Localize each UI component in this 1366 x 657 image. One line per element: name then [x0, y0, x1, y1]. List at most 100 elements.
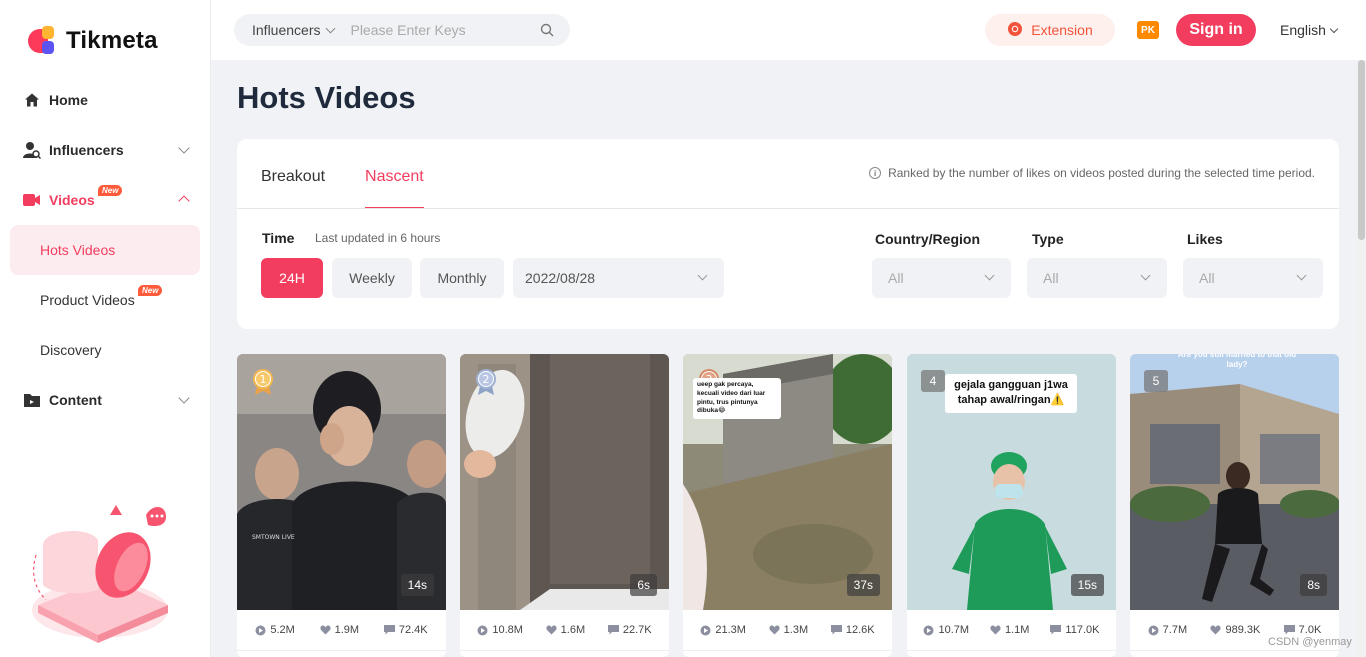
sidebar-item-content[interactable]: Content [10, 375, 200, 425]
gold-medal-icon: 1 [251, 368, 275, 396]
extension-button[interactable]: Extension [985, 14, 1115, 46]
chevron-down-icon [1329, 24, 1339, 33]
sign-in-button[interactable]: Sign in [1176, 14, 1256, 46]
video-caption-overlay: Are you still married to that old lady? [1177, 354, 1297, 370]
video-thumbnail[interactable]: SMTOWN LIVE 1 14s [237, 354, 446, 610]
comment-icon [383, 625, 395, 635]
ranking-hint: i Ranked by the number of likes on video… [869, 166, 1315, 180]
search-icon[interactable] [540, 23, 554, 42]
brand-name: Tikmeta [66, 27, 158, 54]
video-caption-overlay: ueep gak percaya, kecuali video dari lua… [693, 378, 781, 420]
heart-icon [990, 625, 1001, 635]
sidebar-item-discovery[interactable]: Discovery [10, 325, 200, 375]
comments-stat: 117.0K [1050, 624, 1099, 636]
likes-stat: 1.3M [769, 624, 808, 636]
chevron-down-icon [178, 392, 190, 404]
video-card[interactable]: SMTOWN LIVE 1 14s 5.2M 1.9M 72.4K [237, 354, 446, 657]
svg-text:2: 2 [483, 373, 490, 386]
chevron-down-icon [697, 270, 708, 281]
play-icon [700, 625, 711, 635]
sidebar-item-product-videos[interactable]: Product Videos New [10, 275, 200, 325]
sidebar-item-influencers[interactable]: Influencers [10, 125, 200, 175]
comment-icon [1283, 625, 1295, 635]
views-stat: 7.7M [1148, 624, 1187, 636]
video-card[interactable]: 5 Are you still married to that old lady… [1130, 354, 1339, 657]
tab-breakout[interactable]: Breakout [261, 139, 325, 209]
new-badge: New [138, 285, 163, 296]
comments-stat: 12.6K [830, 624, 875, 636]
tab-nascent[interactable]: Nascent [365, 139, 424, 209]
video-thumbnail[interactable]: 5 Are you still married to that old lady… [1130, 354, 1339, 610]
svg-text:1: 1 [260, 373, 267, 386]
chevron-down-icon [326, 23, 336, 33]
video-card[interactable]: 3 ueep gak percaya, kecuali video dari l… [683, 354, 892, 657]
sidebar-item-videos[interactable]: Videos New [10, 175, 200, 225]
watermark: CSDN @yenmay [1268, 636, 1352, 648]
chevron-down-icon [984, 270, 995, 281]
video-thumbnail[interactable]: 2 6s [460, 354, 669, 610]
video-card[interactable]: 2 6s 10.8M 1.6M 22.7K [460, 354, 669, 657]
likes-stat: 989.3K [1210, 624, 1260, 636]
video-thumbnail[interactable]: 4 gejala gangguan j1wa tahap awal/ringan… [907, 354, 1116, 610]
influencer-icon [23, 141, 41, 159]
search-input[interactable] [350, 22, 531, 38]
likes-stat: 1.6M [546, 624, 585, 636]
likes-select[interactable]: All [1183, 258, 1323, 298]
pk-button[interactable]: PK [1137, 21, 1159, 39]
likes-stat: 1.9M [320, 624, 359, 636]
views-stat: 21.3M [700, 624, 746, 636]
views-stat: 10.8M [477, 624, 523, 636]
video-thumbnail[interactable]: 3 ueep gak percaya, kecuali video dari l… [683, 354, 892, 610]
chrome-icon [1007, 21, 1023, 40]
play-icon [1148, 625, 1159, 635]
brand-logo[interactable]: Tikmeta [28, 26, 158, 56]
search-scope-select[interactable]: Influencers [252, 22, 336, 38]
time-option-weekly[interactable]: Weekly [332, 258, 412, 298]
language-select[interactable]: English [1280, 22, 1339, 38]
rank-badge: 4 [921, 370, 945, 392]
video-card[interactable]: 4 gejala gangguan j1wa tahap awal/ringan… [907, 354, 1116, 657]
ranking-tabs: Breakout Nascent [261, 139, 424, 209]
time-option-24h[interactable]: 24H [261, 258, 323, 298]
home-icon [23, 91, 41, 109]
search-bar: Influencers [234, 14, 570, 46]
comment-icon [830, 625, 842, 635]
video-grid: SMTOWN LIVE 1 14s 5.2M 1.9M 72.4K 2 6s 1… [237, 354, 1339, 657]
video-duration: 14s [400, 574, 434, 596]
date-select[interactable]: 2022/08/28 [513, 258, 724, 298]
heart-icon [546, 625, 557, 635]
video-stats: 10.7M 1.1M 117.0K [907, 610, 1116, 650]
video-duration: 6s [630, 574, 657, 596]
likes-stat: 1.1M [990, 624, 1029, 636]
chevron-down-icon [1140, 270, 1151, 281]
sidebar-item-hots-videos[interactable]: Hots Videos [10, 225, 200, 275]
video-caption-overlay: gejala gangguan j1wa tahap awal/ringan⚠️ [945, 374, 1077, 413]
tikmeta-logo-icon [28, 26, 58, 56]
play-icon [255, 625, 266, 635]
page-scrollbar[interactable] [1357, 60, 1366, 657]
video-duration: 8s [1300, 574, 1327, 596]
info-icon: i [869, 167, 882, 179]
likes-label: Likes [1187, 231, 1223, 247]
heart-icon [1210, 625, 1222, 635]
video-stats: 10.8M 1.6M 22.7K [460, 610, 669, 650]
svg-text:SMTOWN LIVE: SMTOWN LIVE [252, 534, 295, 541]
time-note: Last updated in 6 hours [315, 231, 441, 245]
new-badge: New [98, 185, 123, 196]
heart-icon [769, 625, 780, 635]
chevron-down-icon [1296, 270, 1307, 281]
folder-icon [23, 391, 41, 409]
top-bar: Influencers Extension PK Sign in English [211, 0, 1366, 60]
rank-badge: 5 [1144, 370, 1168, 392]
type-label: Type [1032, 231, 1064, 247]
video-stats: 21.3M 1.3M 12.6K [683, 610, 892, 650]
page-title: Hots Videos [237, 80, 416, 115]
type-select[interactable]: All [1027, 258, 1167, 298]
views-stat: 5.2M [255, 624, 295, 636]
video-icon [23, 191, 41, 209]
time-label: Time [262, 230, 295, 246]
sidebar-item-home[interactable]: Home [10, 75, 200, 125]
time-option-monthly[interactable]: Monthly [420, 258, 504, 298]
country-select[interactable]: All [872, 258, 1011, 298]
sidebar: Tikmeta Home Influencers Videos New Hots… [0, 0, 211, 657]
